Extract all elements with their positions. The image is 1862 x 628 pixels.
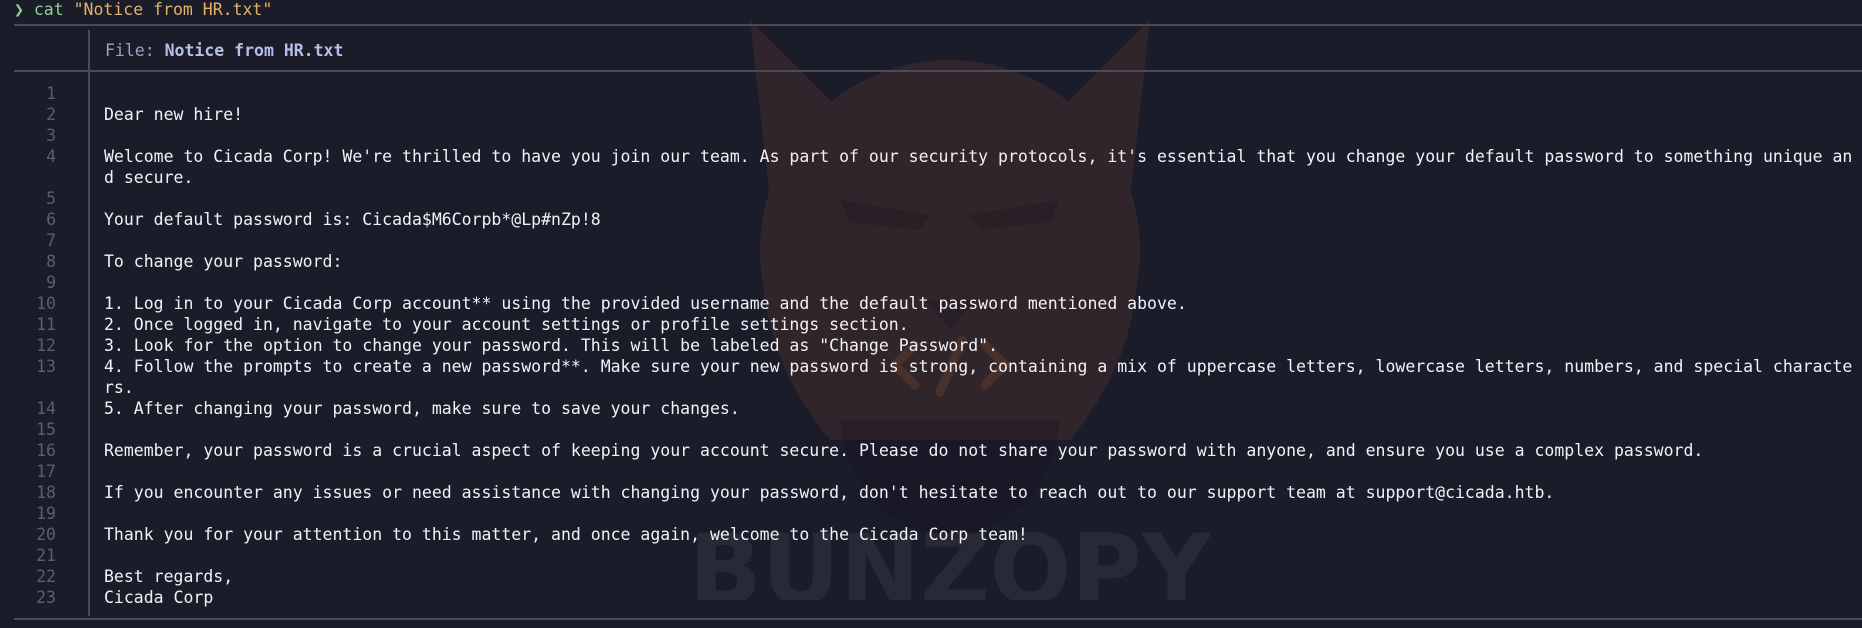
- content-line: 22 Best regards,: [0, 566, 1862, 587]
- line-text: Your default password is: Cicada$M6Corpb…: [104, 210, 601, 229]
- line-text: Best regards,: [104, 567, 234, 586]
- file-label: File:: [105, 41, 155, 60]
- content-line: 17: [0, 461, 1862, 482]
- line-text: [104, 125, 1856, 146]
- content-line: 15: [0, 419, 1862, 440]
- header-divider: [14, 70, 1862, 72]
- line-number: 5: [46, 189, 56, 208]
- command-argument: "Notice from HR.txt": [73, 0, 273, 19]
- line-number: 2: [46, 105, 56, 124]
- content-line: 18 If you encounter any issues or need as…: [0, 482, 1862, 503]
- command-name: cat: [33, 0, 64, 19]
- line-number: 16: [36, 441, 56, 460]
- line-number: 9: [46, 273, 56, 292]
- content-line: 12 3. Look for the option to change your …: [0, 335, 1862, 356]
- top-divider: [14, 24, 1862, 26]
- line-text: 3. Look for the option to change your pa…: [104, 336, 999, 355]
- content-line: 10 1. Log in to your Cicada Corp account*…: [0, 293, 1862, 314]
- line-number: 3: [46, 126, 56, 145]
- content-line: 19: [0, 503, 1862, 524]
- line-text: Welcome to Cicada Corp! We're thrilled t…: [104, 147, 1853, 187]
- line-number: 18: [36, 483, 56, 502]
- line-number: 23: [36, 588, 56, 607]
- content-line: 9: [0, 272, 1862, 293]
- content-line: 7: [0, 230, 1862, 251]
- line-number: 11: [36, 315, 56, 334]
- line-text: [104, 230, 1856, 251]
- content-line: 5: [0, 188, 1862, 209]
- line-text: To change your password:: [104, 252, 343, 271]
- line-text: If you encounter any issues or need assi…: [104, 483, 1555, 502]
- line-number: 8: [46, 252, 56, 271]
- content-line: 20 Thank you for your attention to this m…: [0, 524, 1862, 545]
- line-number: 14: [36, 399, 56, 418]
- line-number: 10: [36, 294, 56, 313]
- line-text: 5. After changing your password, make su…: [104, 399, 740, 418]
- line-number: 19: [36, 504, 56, 523]
- file-header: File: Notice from HR.txt: [105, 40, 343, 62]
- line-number: 21: [36, 546, 56, 565]
- shell-prompt: ❯ cat "Notice from HR.txt": [14, 0, 272, 20]
- content-line: 16 Remember, your password is a crucial a…: [0, 440, 1862, 461]
- content-line: 21: [0, 545, 1862, 566]
- line-text: [104, 545, 1856, 566]
- line-number: 4: [46, 147, 56, 166]
- content-line: 8 To change your password:: [0, 251, 1862, 272]
- line-number: 12: [36, 336, 56, 355]
- content-line: 3: [0, 125, 1862, 146]
- line-number: 15: [36, 420, 56, 439]
- line-number: 6: [46, 210, 56, 229]
- content-line: 11 2. Once logged in, navigate to your ac…: [0, 314, 1862, 335]
- bottom-divider: [14, 618, 1862, 620]
- content-line: 23 Cicada Corp: [0, 587, 1862, 608]
- line-text: [104, 419, 1856, 440]
- line-text: [104, 272, 1856, 293]
- line-number: 1: [46, 84, 56, 103]
- line-number: 20: [36, 525, 56, 544]
- content-line: 6 Your default password is: Cicada$M6Corp…: [0, 209, 1862, 230]
- line-text: 4. Follow the prompts to create a new pa…: [104, 357, 1853, 397]
- file-name: Notice from HR.txt: [164, 41, 344, 60]
- line-text: Dear new hire!: [104, 105, 244, 124]
- content-line: 13 4. Follow the prompts to create a new …: [0, 356, 1862, 398]
- line-number: 17: [36, 462, 56, 481]
- line-number: 7: [46, 231, 56, 250]
- line-text: 2. Once logged in, navigate to your acco…: [104, 315, 909, 334]
- line-text: 1. Log in to your Cicada Corp account** …: [104, 294, 1187, 313]
- content-line: 2 Dear new hire!: [0, 104, 1862, 125]
- line-text: Remember, your password is a crucial asp…: [104, 441, 1704, 460]
- line-text: Cicada Corp: [104, 588, 214, 607]
- line-text: [104, 503, 1856, 524]
- line-text: [104, 188, 1856, 209]
- line-number: 22: [36, 567, 56, 586]
- content-line: 1: [0, 83, 1862, 104]
- prompt-arrow-icon: ❯: [14, 0, 24, 19]
- line-text: Thank you for your attention to this mat…: [104, 525, 1028, 544]
- content-line: 4 Welcome to Cicada Corp! We're thrilled …: [0, 146, 1862, 188]
- file-content: 1 2 Dear new hire! 3 4 Welcome to Cicada Corp…: [0, 83, 1862, 608]
- content-line: 14 5. After changing your password, make …: [0, 398, 1862, 419]
- line-text: [104, 83, 1856, 104]
- line-number: 13: [36, 357, 56, 376]
- line-text: [104, 461, 1856, 482]
